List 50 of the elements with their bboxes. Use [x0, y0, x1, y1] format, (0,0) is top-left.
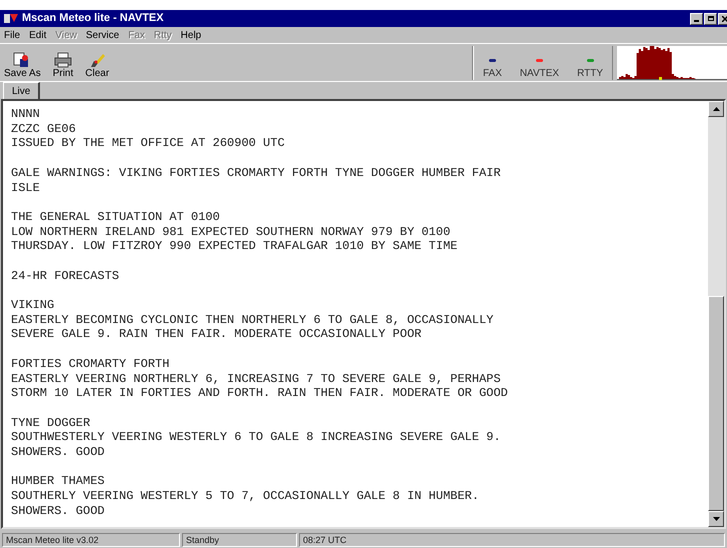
restore-button[interactable] — [704, 12, 717, 24]
toolbar-button[interactable]: Print — [50, 52, 76, 80]
message-line: GALE WARNINGS: VIKING FORTIES CROMARTY FORTH TYNE DOGGER HUMBER FAIR — [11, 166, 501, 180]
up-arrow-icon — [712, 107, 720, 111]
message-line: STORM 10 LATER IN FORTIES AND FORTH. RAIN THEN FAIR. MODERATE OR GOOD — [11, 386, 508, 401]
message-line: TYNE DOGGER — [11, 416, 90, 430]
message-line: THURSDAY. LOW FITZROY 990 EXPECTED TRAFALGAR 1010 BY SAME TIME — [11, 239, 458, 254]
message-line: NNNN — [11, 107, 40, 122]
message-line: SHOWERS. GOOD — [11, 504, 105, 519]
menu-item[interactable]: Help — [180, 28, 202, 42]
brush-icon — [88, 52, 106, 68]
close-icon — [722, 16, 727, 22]
window-title: Mscan Meteo lite - NAVTEX — [22, 11, 164, 26]
scroll-down-button[interactable] — [708, 511, 724, 527]
mode-label: FAX — [482, 68, 502, 78]
message-line: VIKING — [11, 298, 54, 313]
mode-label: RTTY — [577, 68, 603, 78]
message-line: 24-HR FORECASTS — [11, 268, 120, 284]
message-line: FORTIES CROMARTY FORTH — [11, 356, 170, 372]
message-line: ISSUED BY THE MET OFFICE AT 260900 UTC — [11, 136, 285, 152]
menu-item[interactable]: Edit — [29, 28, 46, 42]
message-line: SHOWERS. GOOD — [11, 445, 105, 460]
message-line: LOW NORTHERN IRELAND 981 EXPECTED SOUTHERN NORWAY 979 BY 0100 — [11, 224, 450, 240]
message-line: EASTERLY BECOMING CYCLONIC THEN NORTHERLY 6 TO GALE 8, OCCASIONALLY — [11, 312, 494, 328]
status-field: Standby — [182, 532, 297, 546]
message-line: HUMBER THAMES — [11, 474, 105, 490]
message-line: EASTERLY VEERING NORTHERLY 6, INCREASING 7 TO SEVERE GALE 9, PERHAPS — [11, 372, 501, 386]
message-line: SOUTHERLY VEERING WESTERLY 5 TO 7, OCCASIONALLY GALE 8 IN HUMBER. — [11, 489, 480, 504]
status-field: Mscan Meteo lite v3.02 — [2, 532, 180, 546]
minimize-button[interactable] — [690, 12, 703, 24]
toolbar-button[interactable]: Clear — [83, 52, 112, 80]
down-arrow-icon — [712, 517, 720, 521]
message-line: SEVERE GALE 9. RAIN THEN FAIR. MODERATE OCCASIONALLY POOR — [11, 327, 422, 342]
tab[interactable]: Live — [3, 82, 40, 99]
scrollbar[interactable] — [708, 101, 724, 527]
menu-item[interactable]: File — [4, 28, 20, 42]
printer-icon — [54, 52, 72, 68]
message-line: ISLE — [11, 180, 40, 196]
message-line: ZCZC GE06 — [11, 122, 76, 136]
message-line: SOUTHWESTERLY VEERING WESTERLY 6 TO GALE 8 INCREASING SEVERE GALE 9. — [11, 430, 501, 446]
menu-item[interactable]: Service — [86, 28, 120, 42]
minimize-icon — [694, 20, 699, 22]
restore-icon — [708, 16, 714, 21]
scroll-up-button[interactable] — [708, 101, 724, 117]
app-icon — [4, 13, 18, 24]
message-line: THE GENERAL SITUATION AT 0100 — [11, 210, 220, 225]
toolbar-button[interactable]: Save As — [2, 52, 43, 80]
status-field: 08:27 UTC — [299, 532, 725, 546]
mode-label: NAVTEX — [520, 68, 560, 78]
scroll-thumb[interactable] — [708, 296, 724, 511]
